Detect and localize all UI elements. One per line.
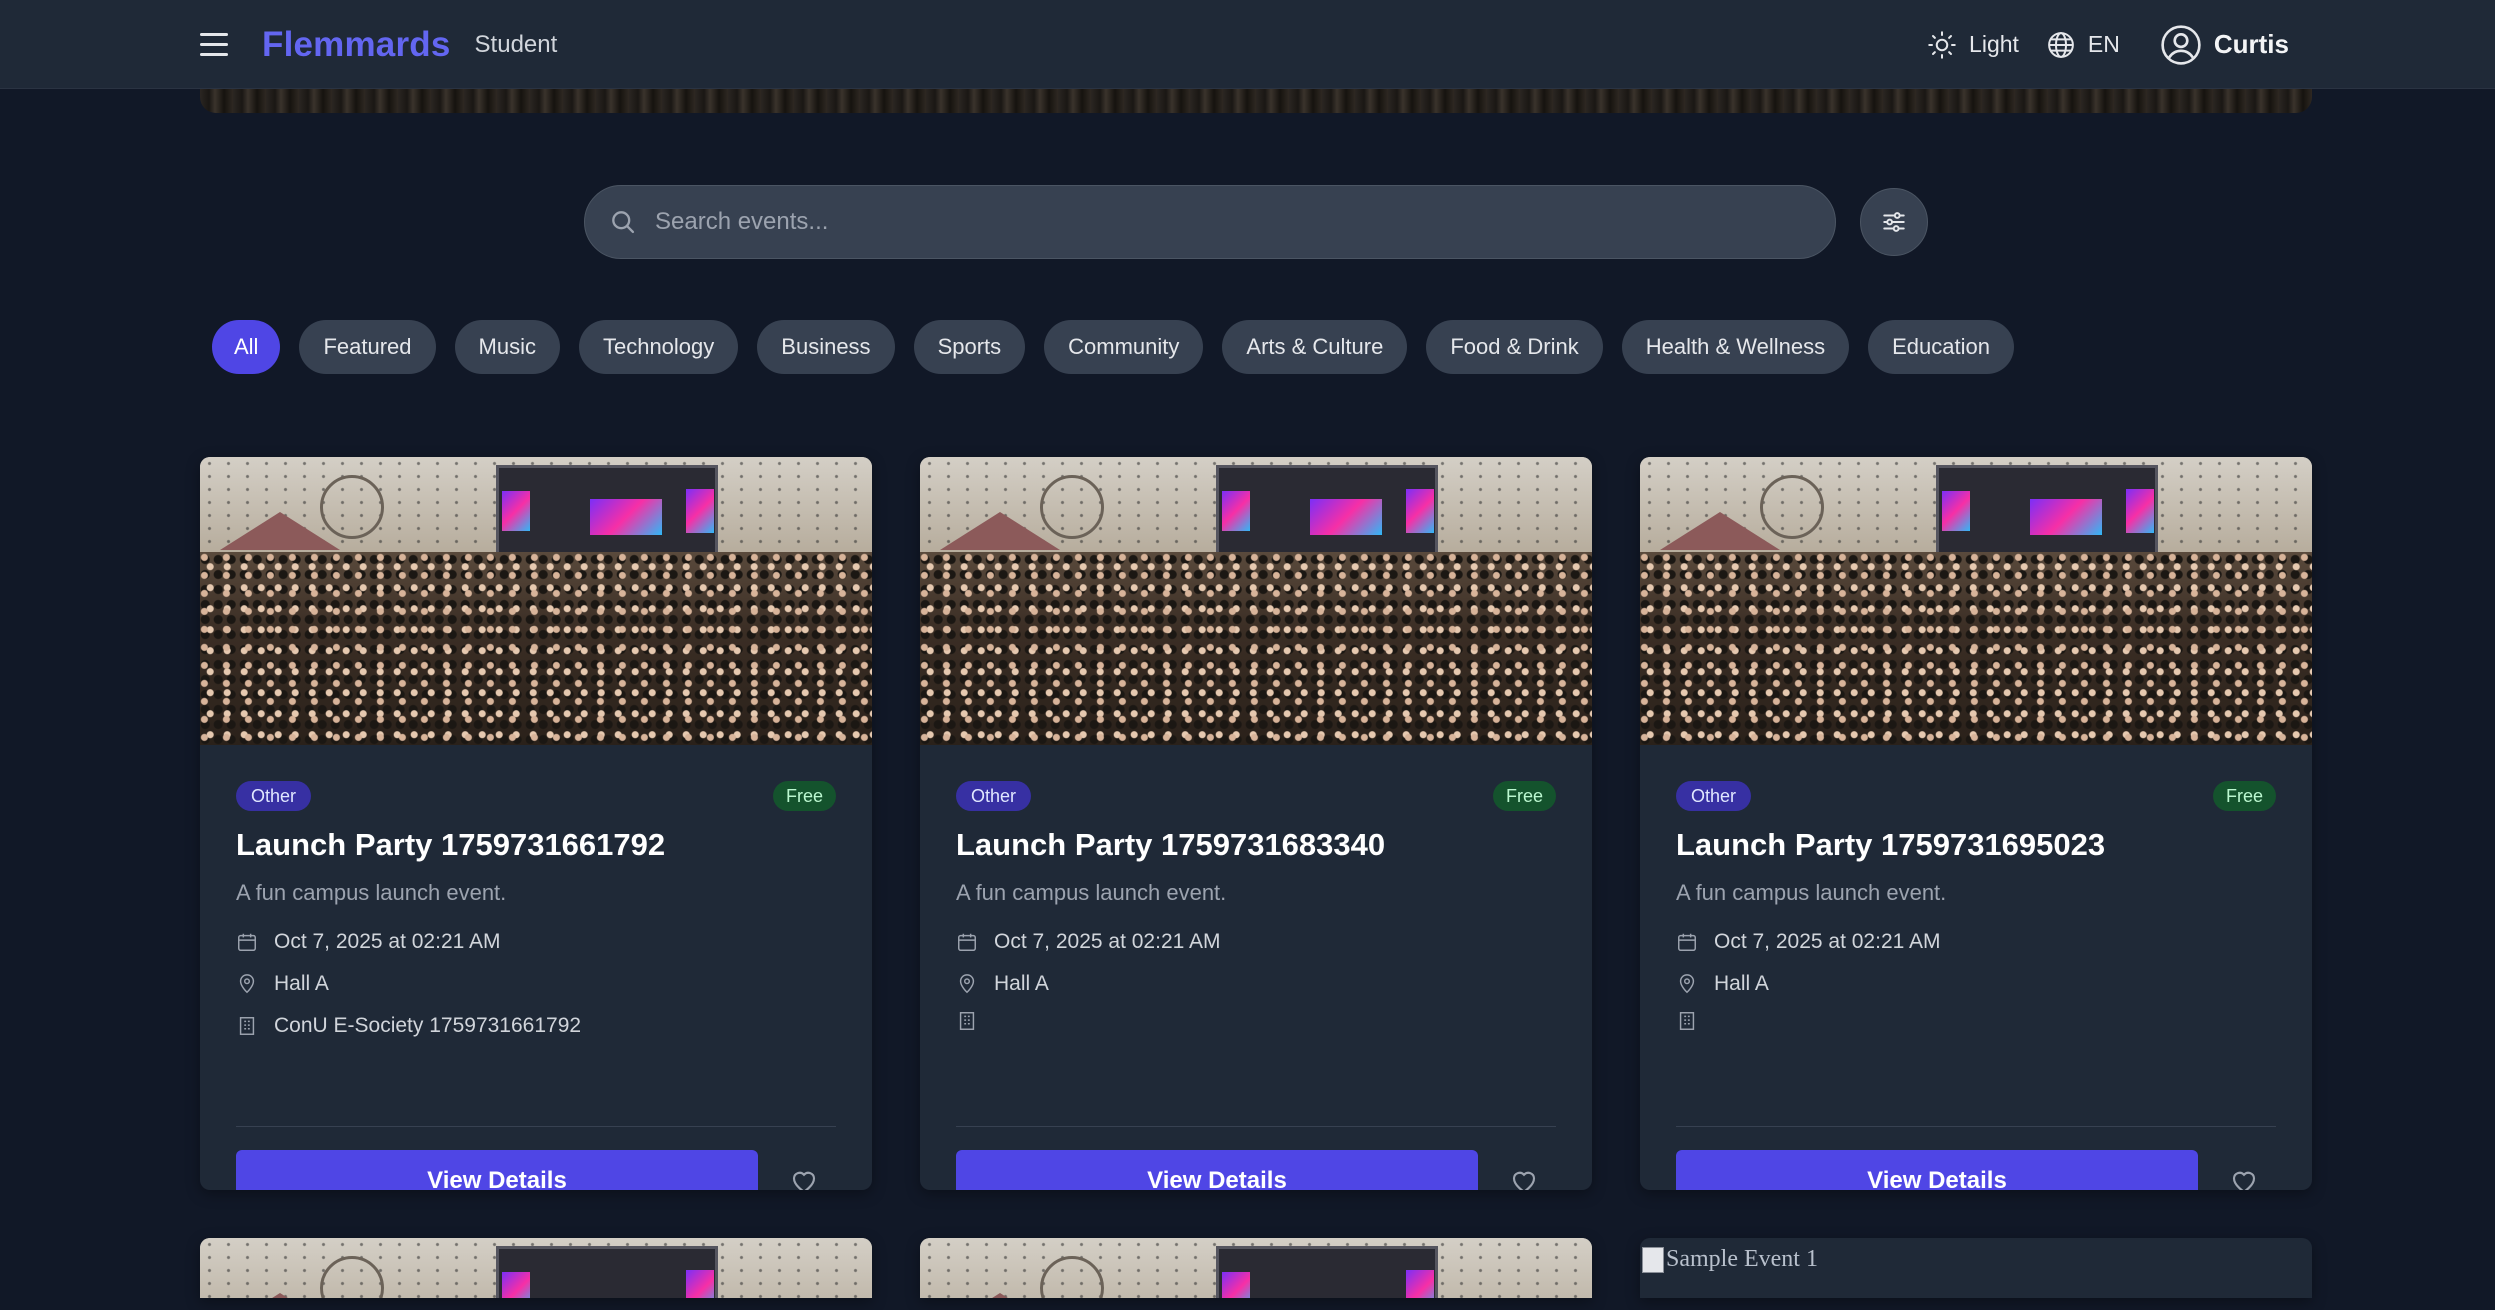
user-name: Curtis	[2213, 29, 2289, 59]
language-label: EN	[2087, 31, 2120, 57]
favorite-button[interactable]	[2226, 1163, 2262, 1190]
filter-button[interactable]	[1860, 188, 1928, 256]
theme-label: Light	[1969, 31, 2019, 57]
sun-icon	[1928, 30, 1956, 59]
favorite-button[interactable]	[786, 1163, 822, 1190]
category-filter-bar: All Featured Music Technology Business S…	[212, 320, 2014, 374]
broken-image-icon	[1642, 1246, 1664, 1273]
event-image[interactable]	[200, 457, 872, 745]
event-organizer: ConU E-Society 1759731661792	[236, 1014, 581, 1038]
language-selector[interactable]: EN	[2046, 30, 2120, 60]
event-date: Oct 7, 2025 at 02:21 AM	[1676, 930, 1940, 954]
category-badge: Other	[236, 781, 312, 811]
image-alt-text: Sample Event 1	[1666, 1246, 1818, 1272]
event-description: A fun campus launch event.	[1676, 880, 1947, 905]
event-image[interactable]	[920, 457, 1592, 745]
building-icon	[239, 1017, 255, 1035]
category-badge: Other	[956, 781, 1032, 811]
category-chip-featured[interactable]: Featured	[299, 320, 436, 374]
event-organizer-text: ConU E-Society 1759731661792	[274, 1014, 582, 1037]
view-details-button[interactable]: View Details	[236, 1150, 758, 1190]
event-title[interactable]: Launch Party 1759731683340	[956, 827, 1385, 863]
sliders-icon	[1883, 212, 1905, 232]
event-description: A fun campus launch event.	[956, 880, 1227, 905]
category-badge: Other	[1676, 781, 1752, 811]
search-bar	[584, 185, 1836, 259]
map-pin-icon	[959, 974, 975, 994]
user-role-label: Student	[474, 30, 558, 58]
event-location-text: Hall A	[994, 972, 1049, 995]
menu-icon[interactable]	[200, 27, 236, 63]
user-menu[interactable]: Curtis	[2160, 24, 2289, 66]
event-title[interactable]: Launch Party 1759731661792	[236, 827, 665, 863]
building-icon	[1679, 1012, 1695, 1030]
heart-icon	[2232, 1171, 2256, 1190]
view-details-button[interactable]: View Details	[1676, 1150, 2198, 1190]
event-date-text: Oct 7, 2025 at 02:21 AM	[1714, 930, 1941, 953]
globe-icon	[2048, 31, 2074, 58]
event-organizer	[956, 1010, 994, 1032]
price-badge: Free	[2212, 781, 2276, 811]
event-image[interactable]	[920, 1238, 1592, 1298]
category-chip-business[interactable]: Business	[757, 320, 895, 374]
heart-icon	[1512, 1171, 1536, 1190]
event-location-text: Hall A	[274, 972, 329, 995]
calendar-icon	[238, 933, 256, 951]
event-location: Hall A	[1676, 972, 1769, 996]
hero-banner-image	[200, 89, 2312, 113]
calendar-icon	[1678, 933, 1696, 951]
heart-icon	[792, 1171, 816, 1190]
user-avatar-icon	[2161, 24, 2201, 65]
price-badge: Free	[772, 781, 836, 811]
card-divider	[956, 1126, 1556, 1127]
map-pin-icon	[239, 974, 255, 994]
broken-event-image[interactable]: Sample Event 1	[1642, 1246, 1818, 1273]
card-divider	[1676, 1126, 2276, 1127]
event-image[interactable]	[200, 1238, 872, 1298]
event-card: Sample Event 1	[1640, 1238, 2312, 1298]
event-location-text: Hall A	[1714, 972, 1769, 995]
view-details-button[interactable]: View Details	[956, 1150, 1478, 1190]
top-navbar: Flemmards Student Light EN Curtis	[0, 0, 2495, 89]
category-chip-technology[interactable]: Technology	[578, 320, 739, 374]
event-date: Oct 7, 2025 at 02:21 AM	[956, 930, 1220, 954]
event-title[interactable]: Launch Party 1759731695023	[1676, 827, 2105, 863]
event-card: Other Free Launch Party 1759731661792 A …	[200, 457, 872, 1190]
search-input[interactable]	[655, 208, 1835, 236]
event-date-text: Oct 7, 2025 at 02:21 AM	[994, 930, 1221, 953]
event-card: Other Free Launch Party 1759731683340 A …	[920, 457, 1592, 1190]
category-chip-sports[interactable]: Sports	[913, 320, 1026, 374]
event-location: Hall A	[956, 972, 1049, 996]
search-icon	[612, 211, 635, 234]
event-card: Other Free Launch Party 1759731695023 A …	[1640, 457, 2312, 1190]
building-icon	[959, 1012, 975, 1030]
card-divider	[236, 1126, 836, 1127]
category-chip-music[interactable]: Music	[454, 320, 560, 374]
brand-logo[interactable]: Flemmards	[262, 25, 451, 65]
map-pin-icon	[1679, 974, 1695, 994]
category-chip-arts-culture[interactable]: Arts & Culture	[1222, 320, 1408, 374]
price-badge: Free	[1492, 781, 1556, 811]
category-chip-education[interactable]: Education	[1868, 320, 2014, 374]
event-organizer	[1676, 1010, 1714, 1032]
category-chip-health-wellness[interactable]: Health & Wellness	[1621, 320, 1850, 374]
event-image[interactable]	[1640, 457, 2312, 745]
event-description: A fun campus launch event.	[236, 880, 507, 905]
theme-toggle[interactable]: Light	[1927, 30, 2019, 60]
event-card	[920, 1238, 1592, 1298]
event-location: Hall A	[236, 972, 329, 996]
favorite-button[interactable]	[1506, 1163, 1542, 1190]
event-card	[200, 1238, 872, 1298]
category-chip-all[interactable]: All	[212, 320, 281, 374]
category-chip-food-drink[interactable]: Food & Drink	[1426, 320, 1603, 374]
calendar-icon	[958, 933, 976, 951]
category-chip-community[interactable]: Community	[1044, 320, 1204, 374]
event-date: Oct 7, 2025 at 02:21 AM	[236, 930, 500, 954]
event-date-text: Oct 7, 2025 at 02:21 AM	[274, 930, 501, 953]
